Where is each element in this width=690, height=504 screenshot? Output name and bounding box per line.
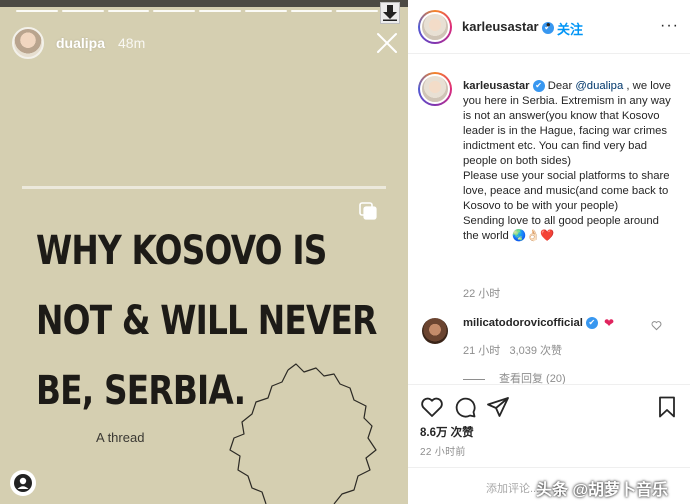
story-subtext: A thread	[96, 430, 145, 445]
progress-segment	[290, 10, 333, 12]
progress-segment	[16, 10, 58, 12]
story-divider	[22, 186, 386, 189]
comment-heart-emoji: ❤	[604, 316, 615, 330]
like-heart-icon[interactable]	[420, 395, 444, 419]
post-timestamp: 22 小时前	[420, 447, 466, 458]
comment-bubble-icon[interactable]	[453, 395, 477, 419]
verified-badge-icon: ✔	[532, 80, 545, 93]
header-avatar[interactable]	[418, 10, 452, 44]
story-headline-line-3: BE, SERBIA.	[36, 368, 246, 414]
caption-text: , we love you here in Serbia. Extremism …	[463, 80, 671, 242]
story-headline-line-1: WHY KOSOVO IS	[36, 228, 327, 274]
progress-segment	[199, 10, 241, 12]
add-comment-bar[interactable]: 添加评论... 头条 @胡萝卜音乐	[408, 467, 690, 504]
verified-badge-icon: ✔	[585, 317, 598, 330]
story-avatar[interactable]	[12, 27, 44, 59]
post-caption: karleusastar ✔ Dear @dualipa , we love yo…	[463, 79, 673, 244]
caption-text-before-mention: Dear	[544, 80, 576, 92]
profile-icon[interactable]	[10, 470, 36, 496]
post-actions: 8.6万 次赞 22 小时前 添加评论... 头条 @胡萝卜音乐	[408, 384, 690, 504]
comment-avatar[interactable]	[422, 318, 448, 344]
progress-segment	[244, 10, 287, 12]
copy-icon	[359, 202, 377, 220]
progress-segment	[107, 10, 150, 12]
comment-like-heart-icon[interactable]	[651, 320, 662, 331]
story-time: 48m	[118, 35, 146, 51]
watermark: 头条 @胡萝卜音乐	[536, 482, 669, 499]
download-icon[interactable]	[380, 2, 400, 24]
story-progress-bar	[16, 10, 378, 12]
more-options-icon[interactable]: ···	[660, 17, 679, 35]
follow-button[interactable]: 关注	[557, 19, 583, 38]
comment-likes[interactable]: 3,039 次赞	[509, 345, 562, 357]
caption-username[interactable]: karleusastar	[463, 80, 530, 92]
comment-username[interactable]: milicatodorovicofficial ✔	[463, 317, 598, 330]
comment-input[interactable]: 添加评论...	[486, 480, 539, 496]
story-viewer[interactable]: dualipa 48m WHY KOSOVO IS NOT & WILL NEV…	[0, 0, 408, 504]
post-panel: karleusastar ✔ • 关注 ··· karleusastar ✔ Dea…	[408, 0, 690, 504]
post-header: karleusastar ✔ • 关注 ···	[408, 0, 690, 54]
share-send-icon[interactable]	[486, 395, 510, 419]
story-headline-line-2: NOT & WILL NEVER	[36, 298, 377, 344]
progress-segment	[153, 10, 195, 12]
comment-time: 21 小时	[463, 345, 501, 357]
header-username[interactable]: karleusastar ✔	[462, 19, 554, 34]
story-username[interactable]: dualipa	[56, 35, 105, 51]
close-icon[interactable]	[375, 31, 399, 55]
kosovo-map-outline	[229, 363, 377, 504]
caption-time: 22 小时	[463, 288, 501, 300]
story-top-bar	[0, 0, 408, 7]
caption-mention-link[interactable]: @dualipa	[575, 80, 623, 92]
header-separator: •	[546, 17, 551, 32]
comment-meta: 21 小时 3,039 次赞	[463, 342, 562, 358]
bookmark-icon[interactable]	[655, 395, 679, 419]
like-count[interactable]: 8.6万 次赞	[420, 424, 474, 440]
progress-segment	[61, 10, 104, 12]
progress-segment	[336, 10, 378, 12]
caption-avatar[interactable]	[418, 72, 452, 106]
